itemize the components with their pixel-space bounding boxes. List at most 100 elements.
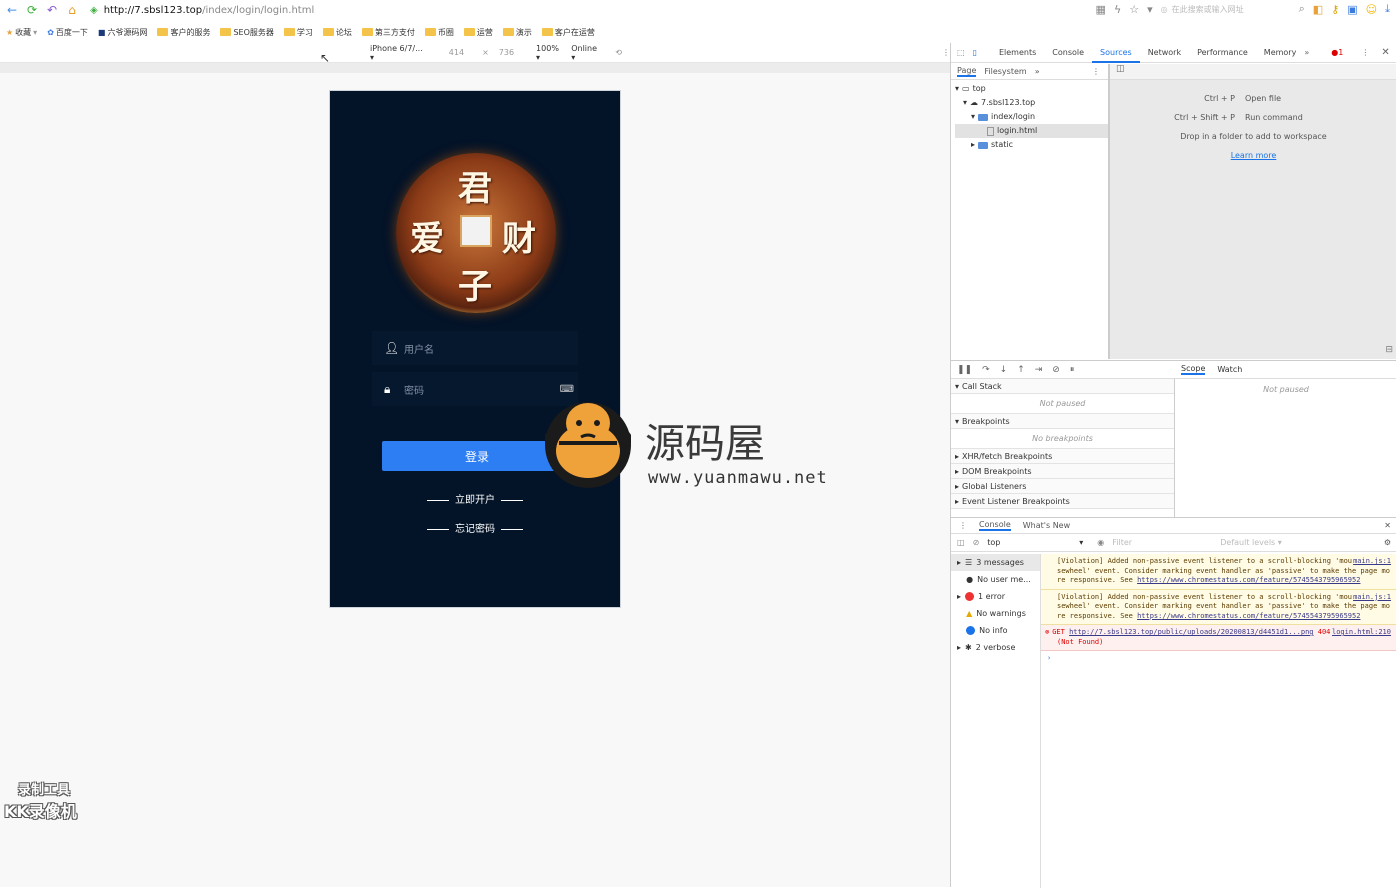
tab-elements[interactable]: Elements: [991, 48, 1044, 57]
more-icon[interactable]: ⋮: [942, 48, 950, 57]
key-icon[interactable]: ⚷: [1331, 3, 1339, 16]
step-icon[interactable]: ⇥: [1035, 365, 1043, 375]
tree-item-file[interactable]: login.html: [955, 124, 1108, 138]
tab-memory[interactable]: Memory: [1256, 48, 1305, 57]
tree-item-folder[interactable]: ▾ index/login: [955, 110, 1108, 124]
message-source[interactable]: main.js:1: [1353, 593, 1391, 603]
side-errors[interactable]: ▸ 1 error: [951, 588, 1040, 605]
message-source[interactable]: main.js:1: [1353, 557, 1391, 567]
tree-item-static[interactable]: ▸ static: [955, 138, 1108, 152]
download-icon[interactable]: ⤓: [1385, 2, 1390, 16]
message-link[interactable]: http://7.sbsl123.top/public/uploads/2020…: [1069, 628, 1313, 636]
bookmark-favorites[interactable]: ★ 收藏 ▾: [6, 27, 37, 38]
puzzle-icon[interactable]: ▣: [1347, 3, 1357, 16]
bookmark-folder[interactable]: 运营: [463, 27, 493, 38]
refresh-icon[interactable]: ⟳: [24, 2, 40, 18]
device-select[interactable]: iPhone 6/7/... ▾: [370, 44, 429, 62]
login-button[interactable]: 登录: [382, 441, 572, 471]
username-field[interactable]: 👤︎ 用户名: [372, 331, 578, 365]
side-verbose[interactable]: ▸ ✱ 2 verbose: [951, 639, 1040, 656]
grid-icon[interactable]: ▦: [1096, 3, 1106, 16]
close-drawer-icon[interactable]: ✕: [1384, 521, 1391, 530]
width-input[interactable]: 414: [449, 48, 464, 57]
lightning-icon[interactable]: ϟ: [1114, 3, 1121, 16]
pause-exceptions-icon[interactable]: ⏸: [1070, 365, 1075, 375]
bookmark-folder[interactable]: 币圈: [424, 27, 454, 38]
tab-filesystem[interactable]: Filesystem: [984, 67, 1026, 76]
message-link[interactable]: https://www.chromestatus.com/feature/574…: [1137, 576, 1360, 584]
eye-icon[interactable]: ◉: [1097, 538, 1104, 547]
bookmark-folder[interactable]: 第三方支付: [361, 27, 415, 38]
smile-icon[interactable]: ☺: [1366, 3, 1377, 16]
context-select[interactable]: top ▾: [987, 538, 1083, 547]
height-input[interactable]: 736: [499, 48, 514, 57]
network-select[interactable]: Online ▾: [571, 44, 603, 62]
deactivate-breakpoints-icon[interactable]: ⊘: [1052, 365, 1060, 375]
tab-scope[interactable]: Scope: [1181, 364, 1206, 375]
learn-more-link[interactable]: Learn more: [1110, 151, 1396, 160]
tree-item-top[interactable]: ▾ ▭ top: [955, 82, 1108, 96]
dom-breakpoints[interactable]: ▸ DOM Breakpoints: [951, 464, 1174, 479]
tab-watch[interactable]: Watch: [1217, 365, 1242, 374]
tree-item-domain[interactable]: ▾ ☁ 7.sbsl123.top: [955, 96, 1108, 110]
star-icon[interactable]: ☆: [1129, 3, 1139, 16]
error-badge[interactable]: ●1: [1331, 48, 1343, 57]
breakpoints-header[interactable]: ▾ Breakpoints: [951, 414, 1174, 429]
tab-network[interactable]: Network: [1140, 48, 1189, 57]
inspect-icon[interactable]: ⬚: [957, 48, 965, 57]
close-icon[interactable]: ✕: [1381, 47, 1389, 58]
step-out-icon[interactable]: ↑: [1017, 365, 1025, 375]
bookmark-folder[interactable]: 客户的服务: [157, 27, 210, 38]
levels-select[interactable]: Default levels ▾: [1220, 538, 1282, 547]
url-field[interactable]: ◈ http://7.sbsl123.top /index/login/logi…: [90, 2, 990, 18]
rotate-icon[interactable]: ⟲: [615, 48, 622, 57]
pause-icon[interactable]: ❚❚: [957, 365, 972, 375]
tab-performance[interactable]: Performance: [1189, 48, 1256, 57]
call-stack-header[interactable]: ▾ Call Stack: [951, 379, 1174, 394]
settings-icon[interactable]: ⚙: [1384, 538, 1391, 547]
side-messages[interactable]: ▸ ☰ 3 messages: [951, 554, 1040, 571]
side-user-messages[interactable]: ● No user me...: [951, 571, 1040, 588]
device-toggle-icon[interactable]: ▯: [973, 48, 977, 57]
bookmark-folder[interactable]: 论坛: [322, 27, 352, 38]
bookmark-folder[interactable]: 演示: [502, 27, 532, 38]
message-link[interactable]: https://www.chromestatus.com/feature/574…: [1137, 612, 1360, 620]
sidebar-toggle-icon[interactable]: ◫: [957, 538, 965, 547]
filter-input[interactable]: Filter: [1112, 538, 1212, 547]
tab-sources[interactable]: Sources: [1092, 43, 1140, 63]
more-tabs-icon[interactable]: »: [1304, 48, 1309, 57]
dropdown-icon[interactable]: ▾: [1147, 3, 1153, 16]
undo-icon[interactable]: ↶: [44, 2, 60, 18]
zoom-select[interactable]: 100% ▾: [536, 44, 565, 62]
console-prompt[interactable]: ›: [1041, 651, 1396, 665]
side-info[interactable]: No info: [951, 622, 1040, 639]
drawer-menu-icon[interactable]: ⋮: [959, 521, 967, 530]
tab-console[interactable]: Console: [1044, 48, 1092, 57]
bookmark-folder[interactable]: 客户在运营: [541, 27, 595, 38]
bookmark-baidu[interactable]: ✿ 百度一下: [47, 27, 88, 38]
menu-icon[interactable]: ⋮: [1092, 67, 1100, 76]
menu-icon[interactable]: ⋮: [1361, 48, 1369, 57]
toggle-sidebar-icon[interactable]: ◫: [1116, 64, 1125, 74]
tab-page[interactable]: Page: [957, 66, 977, 77]
global-listeners[interactable]: ▸ Global Listeners: [951, 479, 1174, 494]
home-icon[interactable]: ⌂: [64, 2, 80, 18]
register-link[interactable]: 立即开户: [330, 491, 620, 506]
event-listener-breakpoints[interactable]: ▸ Event Listener Breakpoints: [951, 494, 1174, 509]
bookmark-folder[interactable]: 学习: [283, 27, 313, 38]
search-box[interactable]: ◎ 在此搜索或输入网址: [1161, 2, 1291, 16]
clear-console-icon[interactable]: ⊘: [973, 538, 980, 547]
forgot-password-link[interactable]: 忘记密码: [330, 520, 620, 535]
tab-console-drawer[interactable]: Console: [979, 520, 1011, 531]
back-icon[interactable]: ←: [4, 2, 20, 18]
bookmark-folder[interactable]: SEO服务器: [220, 27, 274, 38]
bookmark-liuye[interactable]: ■ 六爷源码网: [98, 27, 148, 38]
step-into-icon[interactable]: ↓: [1000, 365, 1008, 375]
step-over-icon[interactable]: ↷: [982, 365, 990, 375]
xhr-breakpoints[interactable]: ▸ XHR/fetch Breakpoints: [951, 449, 1174, 464]
search-icon[interactable]: ⌕: [1299, 2, 1305, 16]
collapse-icon[interactable]: ⊟: [1385, 345, 1393, 355]
side-warnings[interactable]: ▲ No warnings: [951, 605, 1040, 622]
more-icon[interactable]: »: [1035, 67, 1040, 76]
message-source[interactable]: login.html:210: [1332, 628, 1391, 638]
